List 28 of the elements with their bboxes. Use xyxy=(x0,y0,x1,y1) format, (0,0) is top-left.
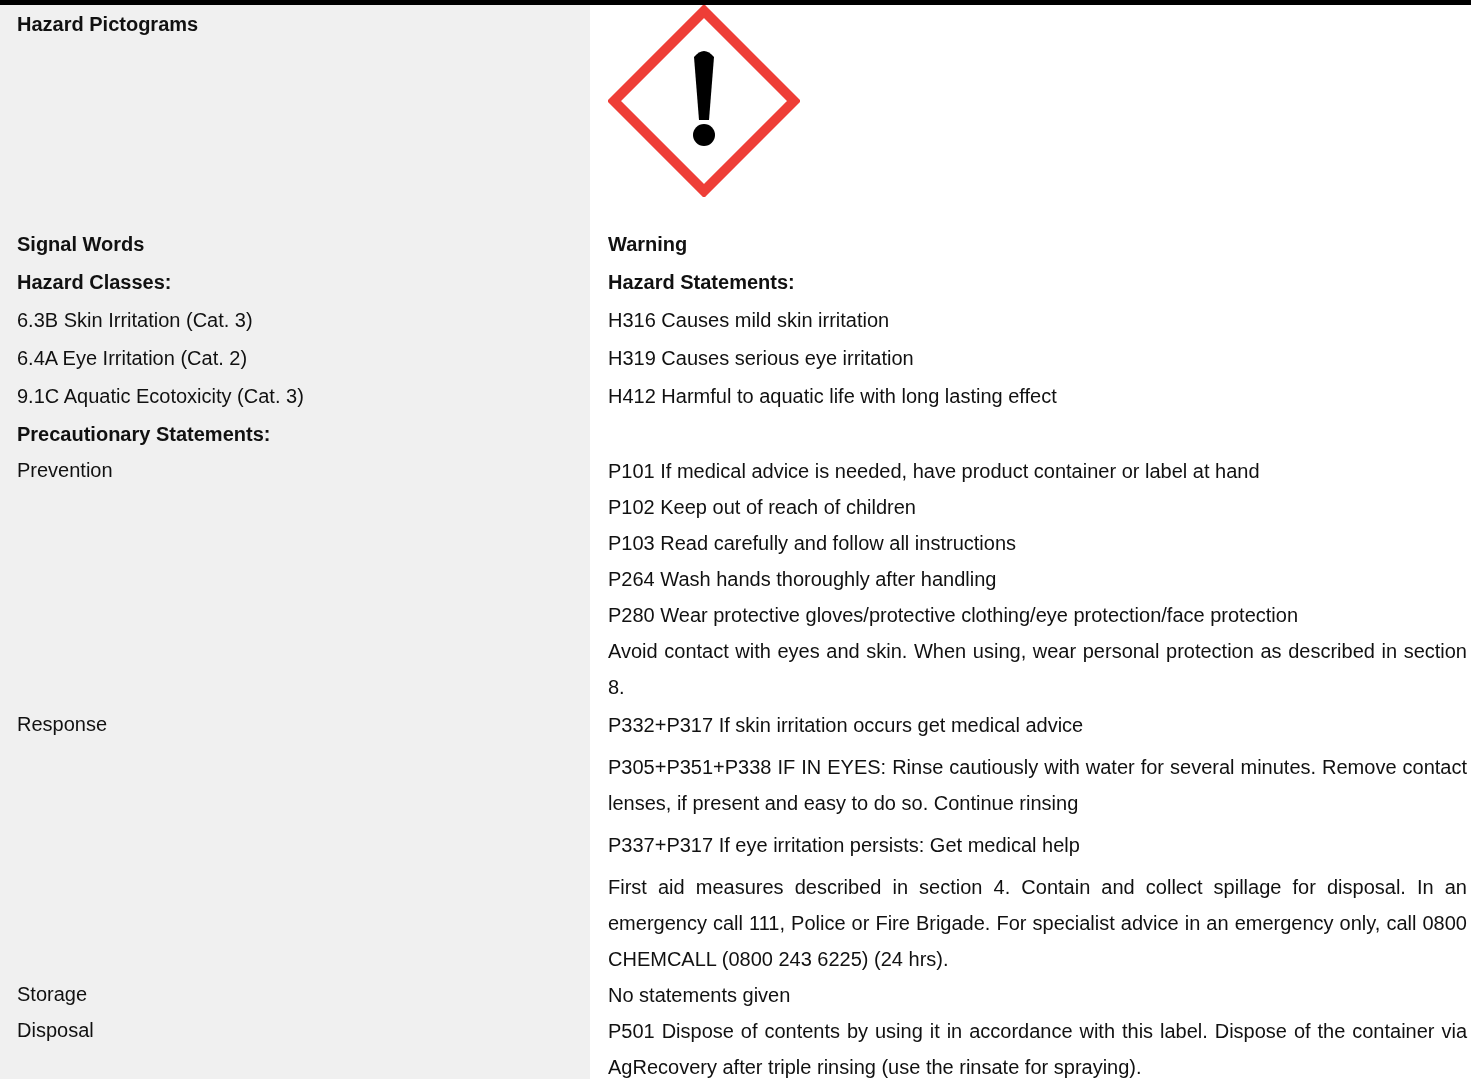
row-label: Hazard Pictograms xyxy=(17,12,199,37)
hazard-statement: H319 Causes serious eye irritation xyxy=(608,346,914,371)
row-label: Disposal xyxy=(17,1018,94,1043)
signal-word: Warning xyxy=(608,232,688,257)
precautionary-statement: P101 If medical advice is needed, have product container or label at hand xyxy=(608,459,1261,484)
section-heading: Hazard Classes: xyxy=(17,270,172,295)
precautionary-statement: P264 Wash hands thoroughly after handling xyxy=(608,567,998,592)
row-label: Storage xyxy=(17,982,88,1007)
hazard-class: 6.4A Eye Irritation (Cat. 2) xyxy=(17,346,248,371)
hazard-class: 9.1C Aquatic Ecotoxicity (Cat. 3) xyxy=(17,384,304,409)
section-heading: Precautionary Statements: xyxy=(17,422,271,447)
precautionary-statement: P305+P351+P338 IF IN EYES: Rinse cautiously with water for several minutes. Remove contact lenses, if present and easy to do so. Continue rinsing xyxy=(608,755,1467,816)
precautionary-statement: First aid measures described in section 4. Contain and collect spillage for disposal. In an emergency call 111, Police or Fire Brigade. For specialist advice in an emergency only, call 0800 CHEMCALL (0800 243 6225) (24 hrs). xyxy=(608,875,1467,972)
hazard-class: 6.3B Skin Irritation (Cat. 3) xyxy=(17,308,253,333)
precautionary-statement: Avoid contact with eyes and skin. When using, wear personal protection as described in section 8. xyxy=(608,639,1467,700)
precautionary-statement: P337+P317 If eye irritation persists: Get medical help xyxy=(608,833,1081,858)
row-label: Signal Words xyxy=(17,232,145,257)
precautionary-statement: No statements given xyxy=(608,983,792,1008)
section-heading: Hazard Statements: xyxy=(608,270,795,295)
precautionary-statement: P103 Read carefully and follow all instructions xyxy=(608,531,1017,556)
precautionary-statement: P280 Wear protective gloves/protective clothing/eye protection/face protection xyxy=(608,603,1300,628)
row-label: Prevention xyxy=(17,458,113,483)
precautionary-statement: P501 Dispose of contents by using it in accordance with this label. Dispose of the container via AgRecovery after triple rinsing (use the rinsate for spraying). xyxy=(608,1019,1467,1079)
precautionary-statement: P102 Keep out of reach of children xyxy=(608,495,917,520)
precautionary-statement: P332+P317 If skin irritation occurs get medical advice xyxy=(608,713,1085,738)
row-label: Response xyxy=(17,712,108,737)
hazard-statement: H316 Causes mild skin irritation xyxy=(608,308,890,333)
hazard-statement: H412 Harmful to aquatic life with long lasting effect xyxy=(608,384,1057,409)
